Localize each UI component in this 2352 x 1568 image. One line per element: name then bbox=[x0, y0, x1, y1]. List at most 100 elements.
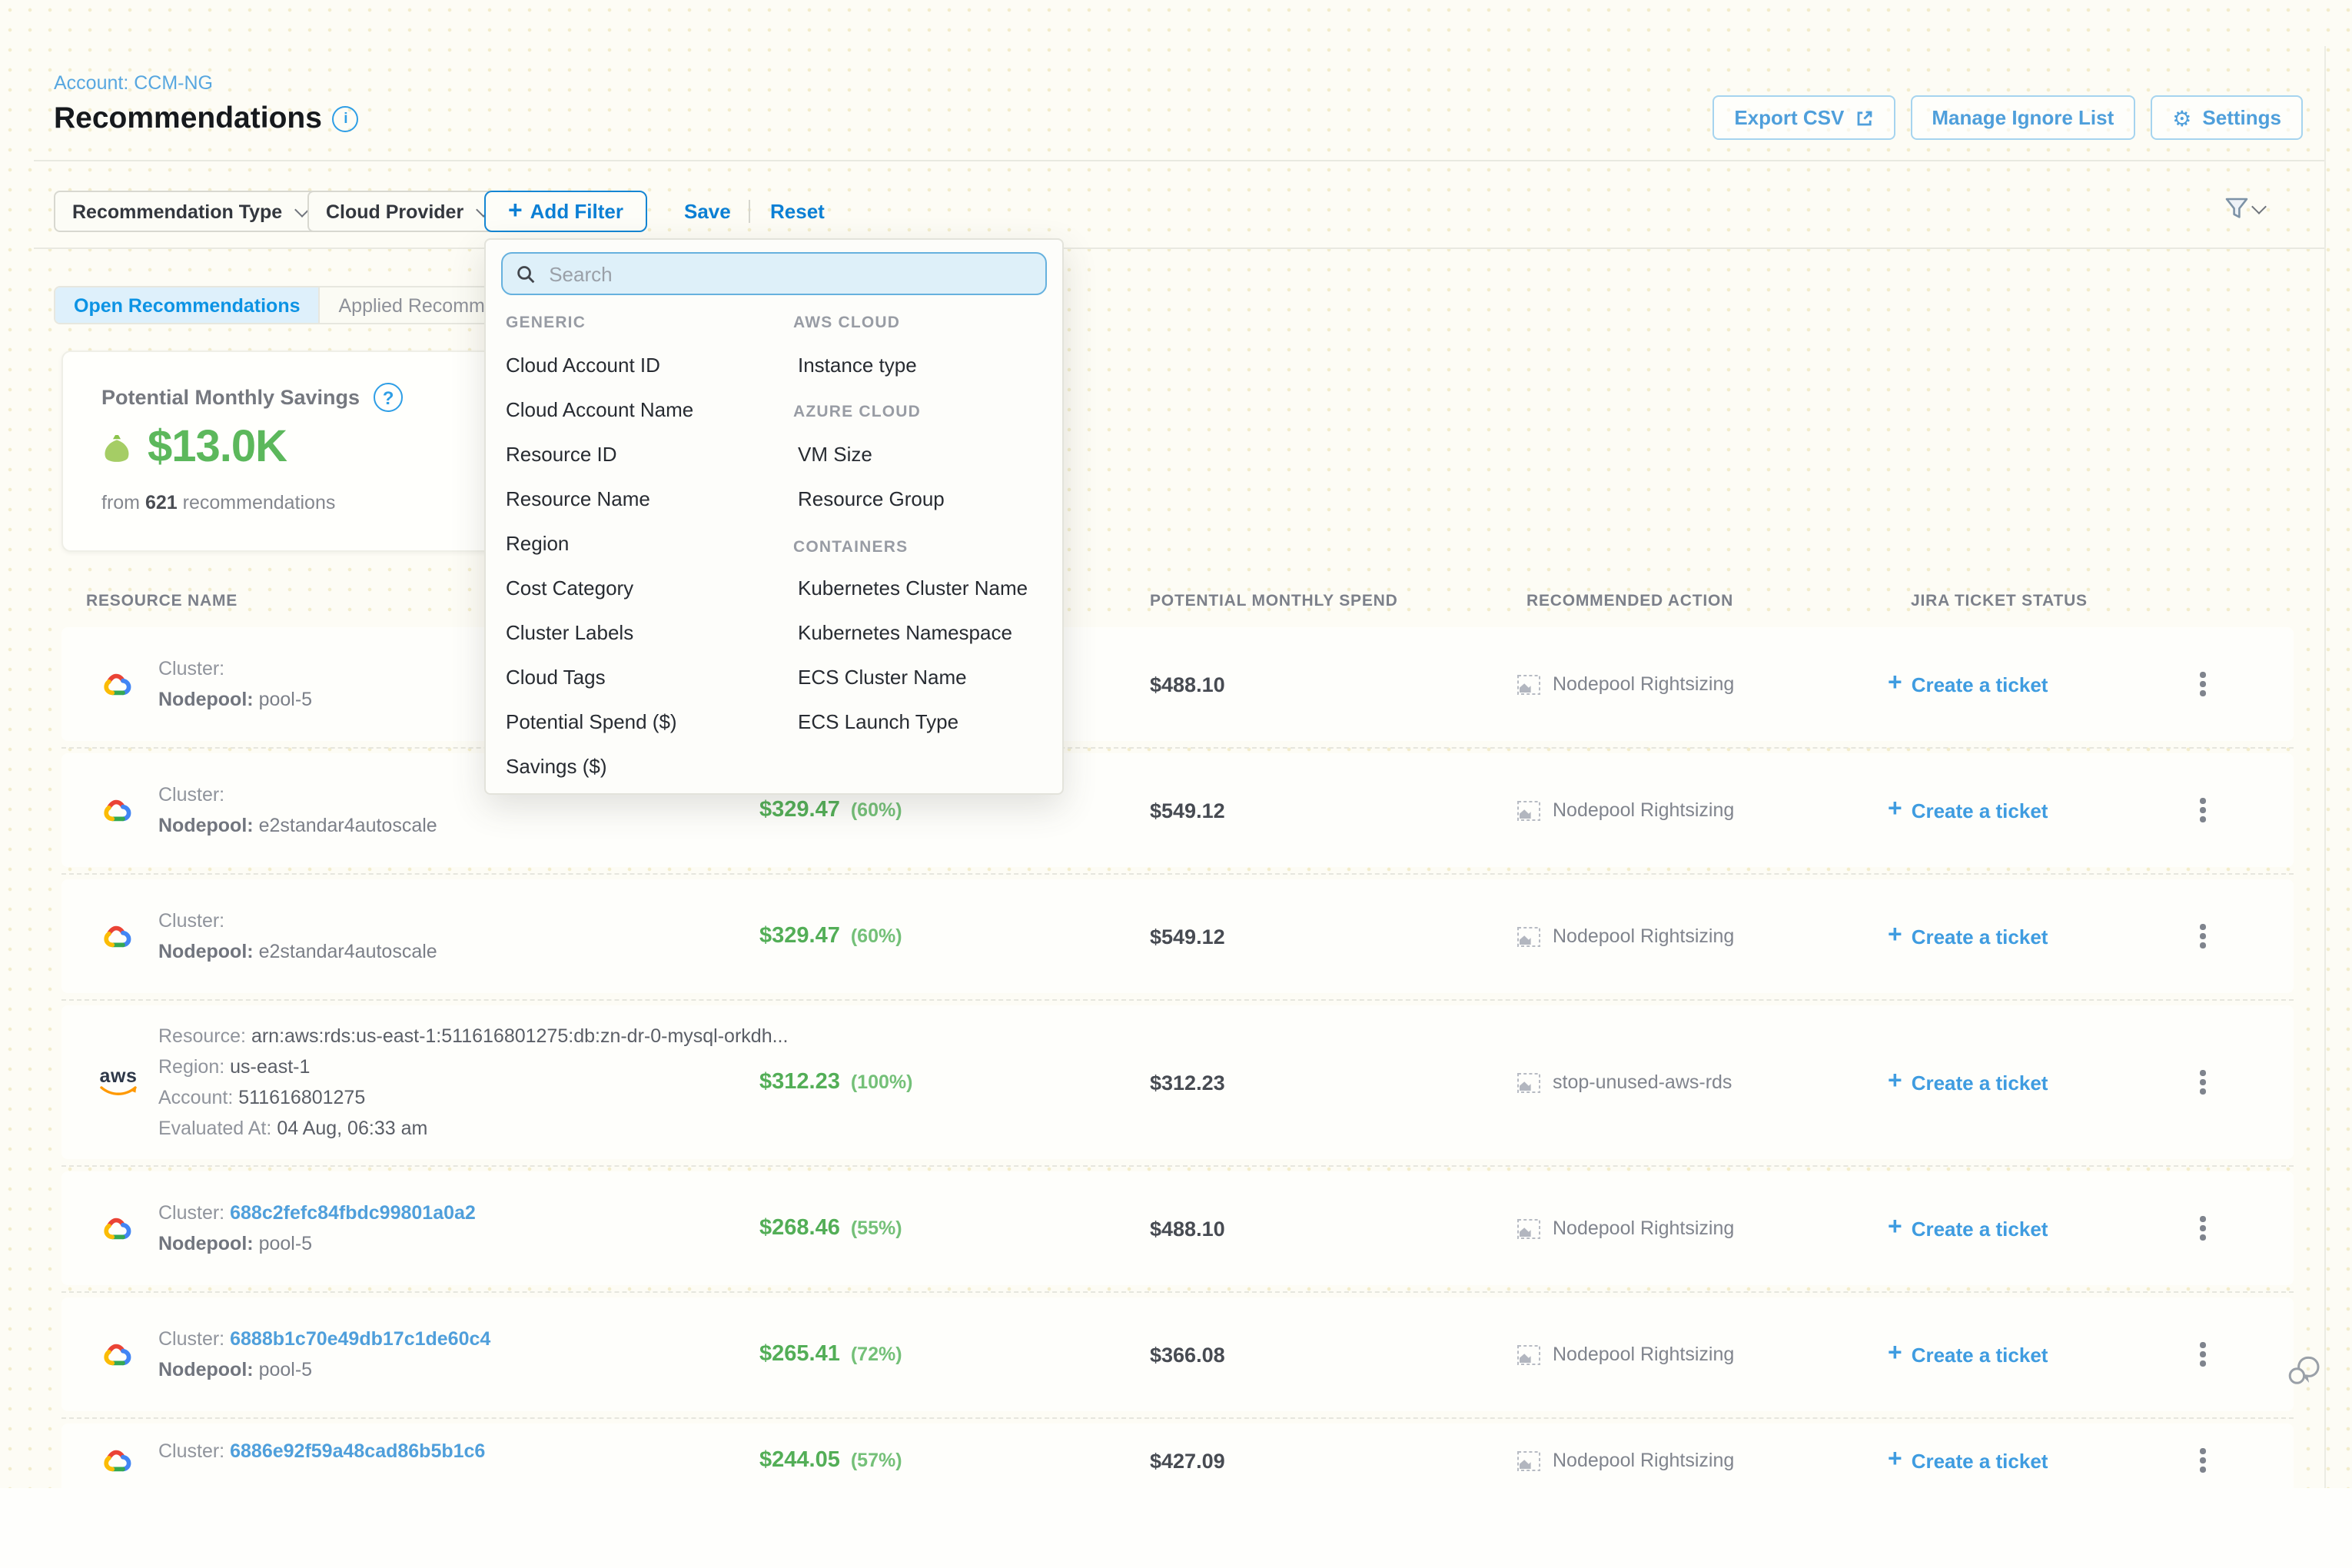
menu-item-instance-type[interactable]: Instance type bbox=[798, 354, 917, 377]
gcp-icon bbox=[98, 1423, 134, 1497]
resource-info: Cluster: 6888b1c70e49db17c1de60c4 Nodepo… bbox=[158, 1324, 490, 1385]
create-ticket-button[interactable]: +Create a ticket bbox=[1888, 1423, 2048, 1497]
create-ticket-button[interactable]: +Create a ticket bbox=[1888, 627, 2048, 741]
aws-icon: aws bbox=[98, 1005, 138, 1159]
column-header-recommended-action: RECOMMENDED ACTION bbox=[1526, 592, 1733, 610]
table-row: Cluster: 6888b1c70e49db17c1de60c4 Nodepo… bbox=[61, 1297, 2294, 1411]
broken-image-icon bbox=[1517, 1450, 1540, 1470]
table-row: Cluster: Nodepool: e2standar4autoscale $… bbox=[61, 753, 2294, 867]
menu-item-kubernetes-cluster-name[interactable]: Kubernetes Cluster Name bbox=[798, 576, 1028, 600]
content-right-border bbox=[2324, 46, 2326, 1488]
resource-info: Cluster: Nodepool: pool-5 bbox=[158, 653, 483, 715]
menu-item-cloud-tags[interactable]: Cloud Tags bbox=[506, 666, 606, 689]
row-menu-button[interactable] bbox=[2192, 753, 2214, 867]
search-input[interactable] bbox=[546, 261, 1031, 287]
cluster-link[interactable]: 6886e92f59a48cad86b5b1c6 bbox=[230, 1440, 485, 1462]
menu-item-potential-spend[interactable]: Potential Spend ($) bbox=[506, 710, 677, 733]
recommended-action-cell: Nodepool Rightsizing bbox=[1517, 879, 1734, 993]
broken-image-icon bbox=[1517, 800, 1540, 820]
gear-icon: ⚙ bbox=[2172, 107, 2191, 128]
broken-image-icon bbox=[1517, 926, 1540, 946]
table-row: Cluster: Nodepool: e2standar4autoscale $… bbox=[61, 879, 2294, 993]
menu-item-resource-id[interactable]: Resource ID bbox=[506, 443, 617, 466]
spend-cell: $366.08 bbox=[1150, 1297, 1225, 1411]
export-csv-button[interactable]: Export CSV bbox=[1713, 95, 1895, 140]
page-title: Recommendations bbox=[54, 101, 322, 137]
menu-item-cluster-labels[interactable]: Cluster Labels bbox=[506, 621, 633, 644]
breadcrumb-account[interactable]: Account: CCM-NG bbox=[54, 72, 213, 94]
savings-cell: $268.46(55%) bbox=[759, 1171, 902, 1285]
gcp-icon bbox=[98, 1171, 134, 1285]
filter-panel-toggle[interactable] bbox=[2224, 197, 2264, 220]
bottom-whitespace bbox=[0, 1488, 2352, 1568]
spend-cell: $488.10 bbox=[1150, 1171, 1225, 1285]
table-row: aws Resource: arn:aws:rds:us-east-1:5116… bbox=[61, 1005, 2294, 1159]
filter-divider bbox=[34, 247, 2324, 249]
reset-filter-button[interactable]: Reset bbox=[770, 191, 825, 232]
menu-item-kubernetes-namespace[interactable]: Kubernetes Namespace bbox=[798, 621, 1012, 644]
column-header-resource-name: RESOURCE NAME bbox=[86, 592, 238, 610]
table-row: Cluster: 688c2fefc84fbdc99801a0a2 Nodepo… bbox=[61, 1171, 2294, 1285]
dropdown-section-containers: CONTAINERS bbox=[793, 538, 908, 556]
page-title-row: Recommendations i bbox=[54, 101, 359, 137]
menu-item-savings[interactable]: Savings ($) bbox=[506, 755, 607, 778]
savings-amount-row: $13.0K bbox=[98, 423, 287, 473]
plus-icon: + bbox=[1888, 1448, 1902, 1473]
menu-item-ecs-launch-type[interactable]: ECS Launch Type bbox=[798, 710, 958, 733]
gcp-icon bbox=[98, 1297, 134, 1411]
save-filter-button[interactable]: Save bbox=[684, 191, 731, 232]
row-menu-button[interactable] bbox=[2192, 879, 2214, 993]
divider bbox=[749, 200, 750, 223]
menu-item-cloud-account-name[interactable]: Cloud Account Name bbox=[506, 398, 693, 421]
cluster-link[interactable]: 688c2fefc84fbdc99801a0a2 bbox=[230, 1202, 476, 1224]
header-divider bbox=[34, 160, 2324, 161]
menu-item-region[interactable]: Region bbox=[506, 532, 569, 555]
create-ticket-button[interactable]: +Create a ticket bbox=[1888, 753, 2048, 867]
redacted-cluster-value bbox=[230, 909, 483, 927]
row-menu-button[interactable] bbox=[2192, 1297, 2214, 1411]
info-icon[interactable]: i bbox=[333, 106, 359, 132]
recommendation-type-filter[interactable]: Recommendation Type bbox=[54, 191, 325, 232]
broken-image-icon bbox=[1517, 1344, 1540, 1364]
recommended-action-cell: Nodepool Rightsizing bbox=[1517, 1171, 1734, 1285]
menu-item-vm-size[interactable]: VM Size bbox=[798, 443, 872, 466]
dropdown-search bbox=[501, 252, 1047, 295]
row-menu-button[interactable] bbox=[2192, 1005, 2214, 1159]
create-ticket-button[interactable]: +Create a ticket bbox=[1888, 879, 2048, 993]
spend-cell: $488.10 bbox=[1150, 627, 1225, 741]
add-filter-button[interactable]: + Add Filter bbox=[484, 191, 647, 232]
menu-item-cloud-account-id[interactable]: Cloud Account ID bbox=[506, 354, 660, 377]
create-ticket-button[interactable]: +Create a ticket bbox=[1888, 1171, 2048, 1285]
cluster-link[interactable]: 6888b1c70e49db17c1de60c4 bbox=[230, 1328, 490, 1350]
resource-info: Cluster: Nodepool: e2standar4autoscale bbox=[158, 779, 483, 841]
cloud-provider-filter[interactable]: Cloud Provider bbox=[307, 191, 507, 232]
row-menu-button[interactable] bbox=[2192, 1171, 2214, 1285]
resource-info: Resource: arn:aws:rds:us-east-1:51161680… bbox=[158, 1021, 788, 1144]
create-ticket-button[interactable]: +Create a ticket bbox=[1888, 1005, 2048, 1159]
redacted-cluster-value bbox=[230, 656, 483, 675]
column-header-potential-monthly-spend: POTENTIAL MONTHLY SPEND bbox=[1150, 592, 1398, 610]
tab-open-recommendations[interactable]: Open Recommendations bbox=[55, 287, 319, 323]
savings-cell: $312.23(100%) bbox=[759, 1005, 912, 1159]
menu-item-resource-group[interactable]: Resource Group bbox=[798, 487, 945, 510]
row-menu-button[interactable] bbox=[2192, 627, 2214, 741]
recommended-action-cell: Nodepool Rightsizing bbox=[1517, 627, 1734, 741]
plus-icon: + bbox=[508, 199, 523, 224]
savings-amount: $13.0K bbox=[148, 423, 287, 473]
settings-button[interactable]: ⚙ Settings bbox=[2151, 95, 2303, 140]
menu-item-ecs-cluster-name[interactable]: ECS Cluster Name bbox=[798, 666, 967, 689]
create-ticket-button[interactable]: +Create a ticket bbox=[1888, 1297, 2048, 1411]
plus-icon: + bbox=[1888, 1216, 1902, 1241]
column-header-jira-ticket-status: JIRA TICKET STATUS bbox=[1911, 592, 2088, 610]
menu-item-cost-category[interactable]: Cost Category bbox=[506, 576, 633, 600]
row-divider bbox=[61, 999, 2294, 1001]
manage-ignore-list-button[interactable]: Manage Ignore List bbox=[1910, 95, 2135, 140]
resource-info: Cluster: Nodepool: e2standar4autoscale bbox=[158, 905, 483, 967]
help-icon[interactable]: ? bbox=[374, 383, 403, 412]
row-menu-button[interactable] bbox=[2192, 1423, 2214, 1497]
plus-icon: + bbox=[1888, 1070, 1902, 1095]
recommended-action-cell: Nodepool Rightsizing bbox=[1517, 1423, 1734, 1497]
menu-item-resource-name[interactable]: Resource Name bbox=[506, 487, 650, 510]
support-chat-icon[interactable] bbox=[2284, 1353, 2321, 1397]
row-divider bbox=[61, 1165, 2294, 1167]
